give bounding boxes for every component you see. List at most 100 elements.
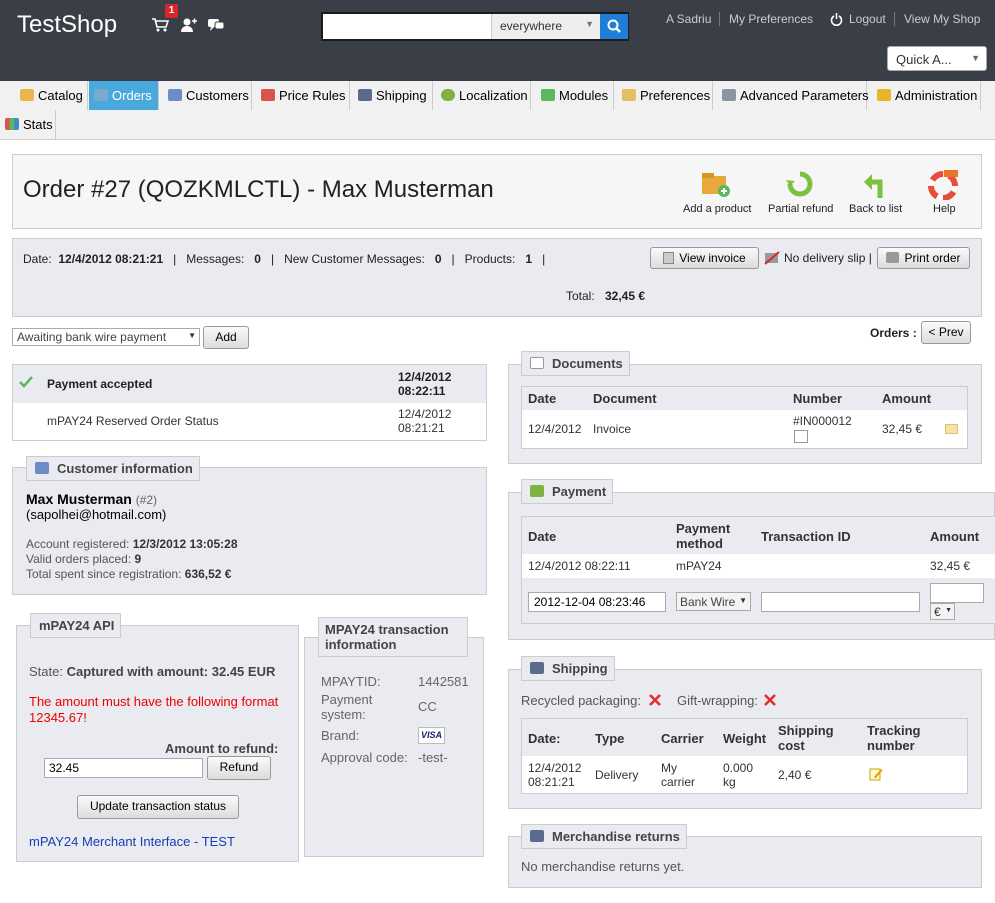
tab-price-rules[interactable]: Price Rules [256,81,350,110]
shipping-cost: 2,40 € [778,768,812,782]
customer-email[interactable]: (sapolhei@hotmail.com) [26,507,166,522]
add-product-icon[interactable] [700,170,732,198]
tab-shipping[interactable]: Shipping [353,81,433,110]
update-transaction-button[interactable]: Update transaction status [77,795,239,819]
payment-method: mPAY24 [676,559,722,573]
view-invoice-button[interactable]: View invoice [650,247,759,269]
shipping-date: 12/4/2012 08:21:21 [528,761,582,789]
registered-label: Account registered: [26,537,130,551]
valid-orders: 9 [134,552,142,566]
search-icon [607,19,621,33]
quick-access-select[interactable]: Quick A... ▼ [887,46,987,71]
tab-stats[interactable]: Stats [0,110,56,139]
my-preferences-link[interactable]: My Preferences [729,12,813,26]
payment-amount: 32,45 € [930,559,971,573]
employee-link[interactable]: A Sadriu [666,12,711,26]
puzzle-icon [541,89,555,101]
add-product-button[interactable]: Add a product [683,203,752,215]
wrench-icon [722,89,736,101]
tab-orders[interactable]: Orders [89,81,159,110]
new-messages-label: New Customer Messages: [284,252,425,266]
shipping-weight: 0.000 kg [723,761,754,789]
new-payment-method-select[interactable]: Bank Wire ▼ [676,592,751,611]
shipping-type: Delivery [595,768,639,782]
tab-preferences[interactable]: Preferences [617,81,713,110]
col-shipping-type: Type [595,731,625,746]
user-icon [35,462,49,474]
new-transaction-id-input[interactable] [761,592,920,612]
messages-icon[interactable] [207,17,225,33]
col-weight: Weight [723,731,767,746]
doc-number[interactable]: #IN000012 [793,414,852,428]
prev-order-button[interactable]: < Prev [921,321,971,344]
date-label: Date: [23,252,52,266]
col-carrier: Carrier [661,731,704,746]
divider [894,12,895,26]
printer-icon [886,252,900,263]
no-returns-text: No merchandise returns yet. [521,859,685,874]
transaction-panel [304,637,484,857]
view-shop-link[interactable]: View My Shop [904,12,980,26]
shop-logo[interactable]: TestShop [17,11,117,39]
state-label: State: [29,664,63,679]
tab-catalog[interactable]: Catalog [15,81,88,110]
search-scope-select[interactable]: everywhere ▼ [491,14,600,39]
refund-button[interactable]: Refund [207,756,271,780]
tab-customers[interactable]: Customers [163,81,252,110]
cart-icon[interactable] [151,17,170,33]
state-value: Captured with amount: 32.45 EUR [66,664,276,679]
doc-amount: 32,45 € [882,422,923,436]
currency-select[interactable]: € ▼ [930,603,955,620]
order-summary-line: Date: 12/4/2012 08:21:21 | Messages: 0 |… [23,252,546,266]
document-search-icon [530,357,544,369]
status-current-label: Payment accepted [47,377,153,391]
col-shipping-date: Date: [528,731,561,746]
power-icon[interactable] [830,13,843,27]
merchant-interface-link[interactable]: mPAY24 Merchant Interface - TEST [29,834,235,849]
truck-icon [530,830,544,842]
col-date: Date [528,391,557,406]
document-search-icon[interactable] [794,430,808,443]
cross-icon [649,694,661,706]
add-status-button[interactable]: Add [203,326,249,349]
help-icon[interactable] [928,170,960,201]
new-payment-amount-input[interactable] [930,583,984,603]
no-delivery-slip: No delivery slip | [784,251,872,265]
status-previous-label: mPAY24 Reserved Order Status [47,414,219,428]
tab-advanced-parameters[interactable]: Advanced Parameters [717,81,869,110]
col-tracking-number: Tracking number [867,723,921,753]
customer-name[interactable]: Max Musterman [26,491,132,507]
tab-modules[interactable]: Modules [536,81,614,110]
approval-value: -test- [418,750,448,765]
preferences-icon [622,89,636,101]
partial-refund-button[interactable]: Partial refund [768,203,833,215]
logout-link[interactable]: Logout [849,12,886,26]
check-icon [19,376,33,388]
tab-administration[interactable]: Administration [872,81,981,110]
edit-icon[interactable] [869,767,883,781]
search-button[interactable] [600,14,628,39]
print-order-button[interactable]: Print order [877,247,970,269]
status-previous-date: 12/4/2012 08:21:21 [398,407,452,435]
transaction-legend: MPAY24 transaction information [318,617,468,657]
total-label: Total: [566,289,595,303]
money-icon [530,485,544,497]
partial-refund-icon[interactable] [785,170,815,200]
new-payment-date[interactable]: 2012-12-04 08:23:46 [528,592,666,612]
col-payment-amount: Amount [930,529,980,544]
refund-amount-input[interactable]: 32.45 [44,758,203,778]
registered-date: 12/3/2012 13:05:28 [132,537,238,551]
help-button[interactable]: Help [933,203,956,215]
truck-icon [358,89,372,101]
col-amount: Amount [882,391,932,406]
customers-icon[interactable] [180,17,198,33]
note-icon[interactable] [945,424,958,434]
order-status-select[interactable]: Awaiting bank wire payment ▼ [12,328,200,346]
divider [719,12,720,26]
col-number: Number [793,391,843,406]
back-to-list-button[interactable]: Back to list [849,203,902,215]
back-arrow-icon[interactable] [862,170,890,200]
shipping-carrier: My carrier [661,761,696,789]
mpaytid-label: MPAYTID: [321,674,381,689]
tab-localization[interactable]: Localization [436,81,531,110]
